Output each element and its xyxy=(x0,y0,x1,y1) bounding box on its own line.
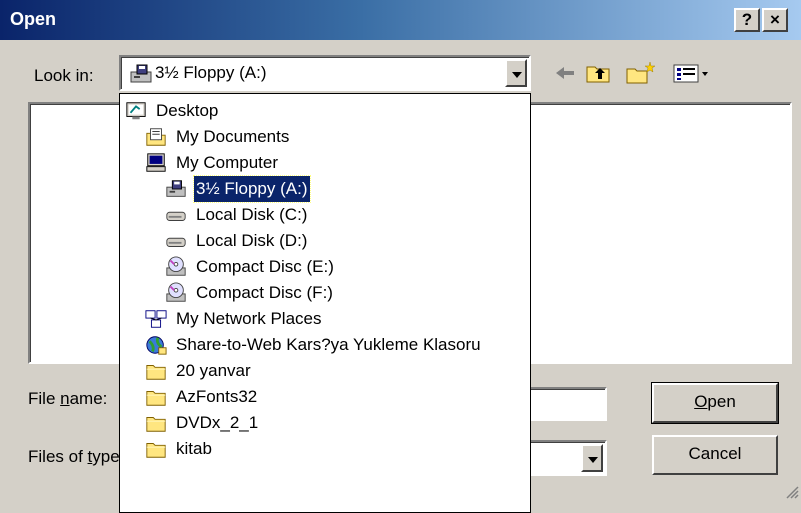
network-places-icon xyxy=(145,310,167,328)
new-folder-icon[interactable] xyxy=(625,60,657,86)
look-in-label: Look in: xyxy=(34,66,94,86)
dropdown-item-label: kitab xyxy=(176,439,212,458)
desktop-icon xyxy=(126,102,146,120)
my-computer-icon xyxy=(146,153,166,172)
dropdown-item-label: Local Disk (C:) xyxy=(196,205,308,224)
cd-drive-icon xyxy=(166,256,186,276)
file-name-field[interactable] xyxy=(528,387,607,421)
dropdown-item-label: AzFonts32 xyxy=(176,387,258,406)
look-in-dropdown-list[interactable]: Desktop My Documents My Computer 3½ Floppy … xyxy=(119,93,531,513)
files-of-type-dropdown-button[interactable] xyxy=(581,444,603,472)
file-name-label-accel: n xyxy=(60,389,70,408)
dropdown-item-label: 20 yanvar xyxy=(176,361,251,380)
cancel-button[interactable]: Cancel xyxy=(652,435,778,475)
dropdown-item-label: 3½ Floppy (A:) xyxy=(193,175,311,203)
files-of-type-label: Files of type: xyxy=(28,447,124,467)
folder-icon xyxy=(146,443,166,458)
hard-disk-icon xyxy=(166,237,186,247)
views-menu-icon[interactable] xyxy=(672,60,710,86)
dropdown-item-label: Desktop xyxy=(156,101,219,120)
dropdown-item-label: Share-to-Web Kars?ya Yukleme Klasoru xyxy=(176,335,481,354)
open-dialog: Open ? × Look in: 3½ Floppy (A:) File na… xyxy=(0,0,801,513)
back-arrow-icon[interactable] xyxy=(552,60,578,86)
help-button[interactable]: ? xyxy=(734,8,760,32)
hard-disk-icon xyxy=(166,211,186,221)
open-button[interactable]: Open xyxy=(651,382,779,424)
file-name-label-pre: File xyxy=(28,389,61,408)
dropdown-item-label: Compact Disc (E:) xyxy=(196,257,334,276)
floppy-drive-icon xyxy=(166,180,186,197)
dropdown-item-label: DVDx_2_1 xyxy=(176,413,259,432)
dialog-title: Open xyxy=(10,9,57,29)
title-bar[interactable]: Open ? × xyxy=(0,0,801,40)
cd-drive-icon xyxy=(166,282,186,302)
dropdown-item-label: Compact Disc (F:) xyxy=(196,283,333,302)
dropdown-item-label: Local Disk (D:) xyxy=(196,231,308,250)
look-in-dropdown-button[interactable] xyxy=(505,59,527,87)
up-folder-icon[interactable] xyxy=(585,60,613,86)
look-in-value: 3½ Floppy (A:) xyxy=(155,63,267,82)
close-button[interactable]: × xyxy=(762,8,788,32)
files-of-type-combo[interactable] xyxy=(528,440,607,476)
dropdown-item-label: My Network Places xyxy=(176,309,322,328)
dropdown-item-label: My Documents xyxy=(176,127,290,146)
dropdown-item-label: My Computer xyxy=(176,153,279,172)
files-of-type-label-pre: Files of xyxy=(28,447,88,466)
folder-icon xyxy=(146,417,166,432)
look-in-label-text: Look in: xyxy=(34,66,94,85)
open-button-label: pen xyxy=(707,392,736,411)
resize-grip-icon[interactable] xyxy=(785,485,799,499)
folder-icon xyxy=(146,391,166,406)
my-documents-icon xyxy=(146,128,166,146)
look-in-combo[interactable]: 3½ Floppy (A:) xyxy=(119,55,531,91)
file-name-label-post: ame: xyxy=(69,389,108,408)
file-name-label: File name: xyxy=(28,389,107,409)
floppy-drive-icon xyxy=(130,64,152,83)
folder-icon xyxy=(146,365,166,380)
open-button-accel: O xyxy=(694,392,708,411)
web-folder-icon xyxy=(146,336,167,355)
